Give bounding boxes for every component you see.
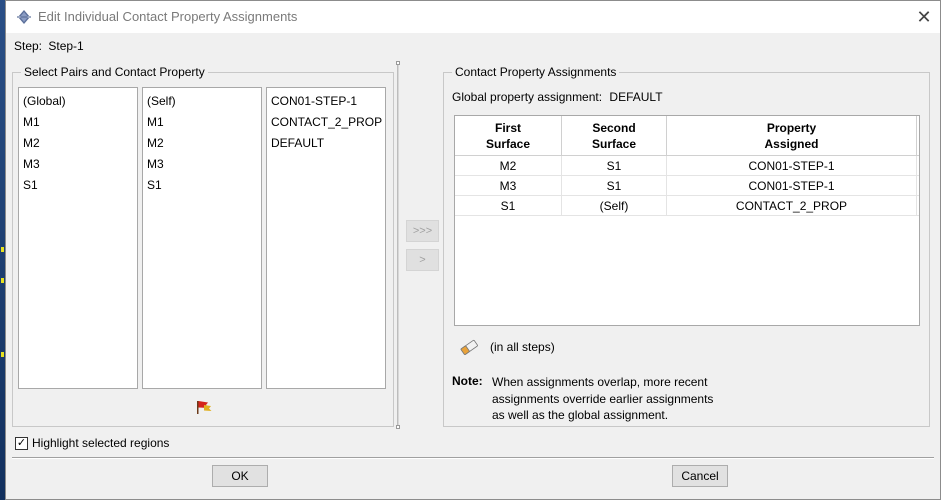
splitter-handle[interactable] bbox=[396, 425, 400, 429]
highlight-regions-row[interactable]: ✓ Highlight selected regions bbox=[15, 436, 169, 450]
background-marker bbox=[1, 247, 4, 252]
list-item[interactable]: (Global) bbox=[23, 91, 133, 112]
all-steps-label: (in all steps) bbox=[490, 340, 555, 354]
list-item[interactable]: M2 bbox=[23, 133, 133, 154]
global-assignment-value: DEFAULT bbox=[609, 90, 663, 104]
column-header-first-surface[interactable]: First Surface bbox=[455, 116, 562, 155]
note-line: assignments override earlier assignments bbox=[492, 391, 714, 406]
note-text: When assignments overlap, more recent as… bbox=[492, 374, 752, 424]
second-surface-list[interactable]: (Self) M1 M2 M3 S1 bbox=[142, 87, 262, 389]
background-marker bbox=[1, 352, 4, 357]
table-row[interactable]: M3 S1 CON01-STEP-1 bbox=[455, 176, 919, 196]
step-row: Step: Step-1 bbox=[14, 39, 84, 53]
highlight-checkbox[interactable]: ✓ bbox=[15, 436, 28, 450]
global-assignment-label: Global property assignment: bbox=[452, 90, 603, 104]
column-header-property-assigned[interactable]: Property Assigned bbox=[667, 116, 917, 155]
note-label: Note: bbox=[452, 374, 483, 388]
step-label: Step: bbox=[14, 39, 43, 53]
eraser-icon[interactable] bbox=[458, 338, 480, 356]
add-all-button[interactable]: >>> bbox=[406, 220, 439, 242]
table-row[interactable]: M2 S1 CON01-STEP-1 bbox=[455, 156, 919, 176]
table-cell: CON01-STEP-1 bbox=[667, 176, 917, 195]
list-item[interactable]: (Self) bbox=[147, 91, 257, 112]
table-cell: S1 bbox=[455, 196, 562, 215]
table-cell: M3 bbox=[455, 176, 562, 195]
flag-icon[interactable] bbox=[195, 399, 213, 415]
list-item[interactable]: CONTACT_2_PROP bbox=[271, 112, 382, 133]
window-title: Edit Individual Contact Property Assignm… bbox=[38, 9, 298, 24]
global-assignment-row: Global property assignment: DEFAULT bbox=[452, 90, 663, 104]
abaqus-logo-icon bbox=[17, 10, 31, 24]
note-line: When assignments overlap, more recent bbox=[492, 375, 708, 389]
button-divider bbox=[12, 457, 934, 459]
column-header-second-surface[interactable]: Second Surface bbox=[562, 116, 667, 155]
list-item[interactable]: M2 bbox=[147, 133, 257, 154]
title-bar: Edit Individual Contact Property Assignm… bbox=[6, 1, 940, 33]
table-cell: S1 bbox=[562, 176, 667, 195]
ok-button[interactable]: OK bbox=[212, 465, 268, 487]
list-item[interactable]: CON01-STEP-1 bbox=[271, 91, 381, 112]
dialog-window: Edit Individual Contact Property Assignm… bbox=[5, 0, 941, 500]
splitter-handle[interactable] bbox=[396, 61, 400, 65]
assignments-table[interactable]: First Surface Second Surface Property Assig… bbox=[454, 115, 920, 326]
table-cell: S1 bbox=[562, 156, 667, 175]
table-cell: M2 bbox=[455, 156, 562, 175]
list-item[interactable]: M1 bbox=[23, 112, 133, 133]
list-item[interactable]: S1 bbox=[147, 175, 257, 196]
note-line: as well as the global assignment. bbox=[492, 408, 669, 422]
list-item[interactable]: DEFAULT bbox=[271, 133, 381, 154]
assignments-group: Contact Property Assignments Global prop… bbox=[443, 65, 930, 427]
background-marker bbox=[1, 278, 4, 283]
panel-splitter[interactable] bbox=[397, 63, 399, 427]
table-cell: (Self) bbox=[562, 196, 667, 215]
close-icon: ✕ bbox=[916, 6, 932, 27]
select-pairs-title: Select Pairs and Contact Property bbox=[21, 65, 208, 79]
assignments-title: Contact Property Assignments bbox=[452, 65, 620, 79]
cancel-button[interactable]: Cancel bbox=[672, 465, 728, 487]
list-item[interactable]: S1 bbox=[23, 175, 133, 196]
check-icon: ✓ bbox=[16, 436, 27, 449]
first-surface-list[interactable]: (Global) M1 M2 M3 S1 bbox=[18, 87, 138, 389]
table-cell: CON01-STEP-1 bbox=[667, 156, 917, 175]
list-item[interactable]: M3 bbox=[147, 154, 257, 175]
table-cell: CONTACT_2_PROP bbox=[667, 196, 917, 215]
highlight-label[interactable]: Highlight selected regions bbox=[32, 436, 169, 450]
contact-property-list[interactable]: CON01-STEP-1 CONTACT_2_PROP DEFAULT bbox=[266, 87, 386, 389]
close-button[interactable]: ✕ bbox=[908, 1, 940, 33]
list-item[interactable]: M3 bbox=[23, 154, 133, 175]
add-button[interactable]: > bbox=[406, 249, 439, 271]
step-value: Step-1 bbox=[48, 39, 84, 53]
table-row[interactable]: S1 (Self) CONTACT_2_PROP bbox=[455, 196, 919, 216]
select-pairs-group: Select Pairs and Contact Property (Globa… bbox=[12, 65, 394, 427]
list-item[interactable]: M1 bbox=[147, 112, 257, 133]
table-header: First Surface Second Surface Property Assig… bbox=[455, 116, 919, 156]
